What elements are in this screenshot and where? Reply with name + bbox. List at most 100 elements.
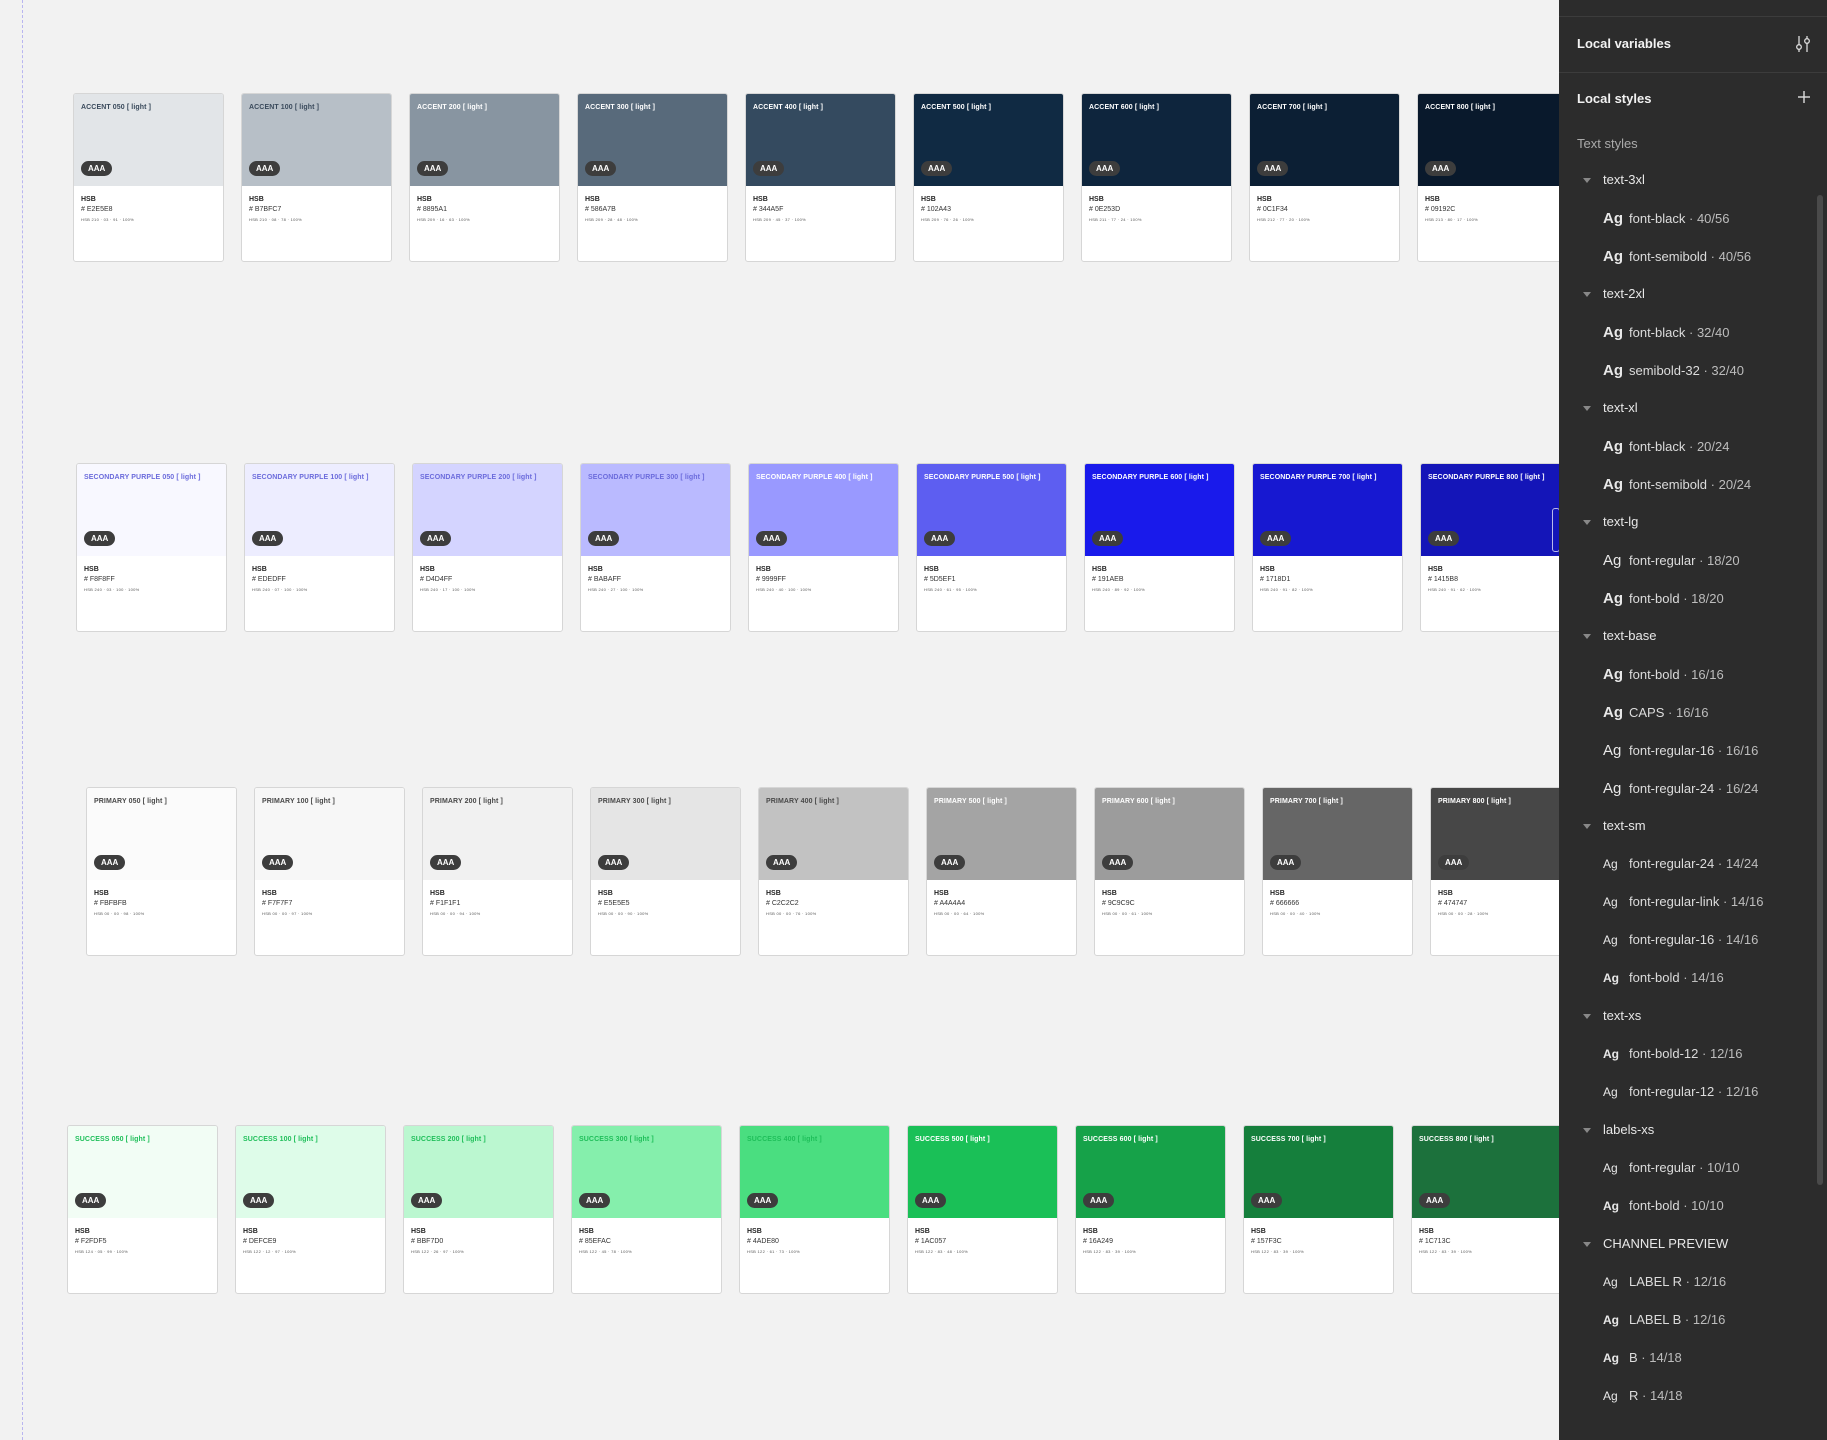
hsb-title: HSB bbox=[1251, 1228, 1266, 1235]
text-style-item[interactable]: Ag font-bold · 16/16 bbox=[1603, 666, 1724, 683]
text-style-ag-icon: Ag bbox=[1603, 1085, 1618, 1099]
swatch-label: SECONDARY PURPLE 200 [ light ] bbox=[420, 474, 537, 481]
separator-dot: · bbox=[1695, 553, 1708, 568]
color-card-success[interactable]: SUCCESS 700 [ light ] AAA HSB # 157F3C HSB 1… bbox=[1243, 1125, 1394, 1294]
text-style-item[interactable]: Ag font-regular · 18/20 bbox=[1603, 552, 1740, 569]
collapse-caret-icon[interactable] bbox=[1583, 178, 1591, 183]
text-style-item[interactable]: Ag font-semibold · 40/56 bbox=[1603, 248, 1751, 265]
local-variables-title[interactable]: Local variables bbox=[1577, 36, 1671, 51]
color-card-success[interactable]: SUCCESS 500 [ light ] AAA HSB # 1AC057 HSB 1… bbox=[907, 1125, 1058, 1294]
color-swatch: PRIMARY 100 [ light ] AAA bbox=[255, 788, 404, 880]
color-card-accent[interactable]: ACCENT 300 [ light ] AAA HSB # 586A7B HSB 20… bbox=[577, 93, 728, 262]
text-style-item[interactable]: Ag LABEL R · 12/16 bbox=[1603, 1274, 1726, 1289]
color-card-success[interactable]: SUCCESS 050 [ light ] AAA HSB # F2FDF5 HSB 1… bbox=[67, 1125, 218, 1294]
color-card-secondary-purple[interactable]: SECONDARY PURPLE 700 [ light ] AAA HSB # 17… bbox=[1252, 463, 1403, 632]
collapse-caret-icon[interactable] bbox=[1583, 824, 1591, 829]
color-card-success[interactable]: SUCCESS 600 [ light ] AAA HSB # 16A249 HSB 1… bbox=[1075, 1125, 1226, 1294]
text-style-item[interactable]: Ag font-regular · 10/10 bbox=[1603, 1160, 1740, 1175]
collapse-caret-icon[interactable] bbox=[1583, 520, 1591, 525]
text-style-item[interactable]: Ag R · 14/18 bbox=[1603, 1388, 1683, 1403]
plus-icon[interactable] bbox=[1797, 90, 1811, 108]
text-style-ag-icon: Ag bbox=[1603, 210, 1623, 227]
style-group-header[interactable]: text-2xl bbox=[1603, 286, 1645, 301]
collapse-caret-icon[interactable] bbox=[1583, 292, 1591, 297]
color-card-secondary-purple[interactable]: SECONDARY PURPLE 100 [ light ] AAA HSB # ED… bbox=[244, 463, 395, 632]
color-card-secondary-purple[interactable]: SECONDARY PURPLE 050 [ light ] AAA HSB # F8… bbox=[76, 463, 227, 632]
color-card-primary[interactable]: PRIMARY 700 [ light ] AAA HSB # 666666 HSB 0… bbox=[1262, 787, 1413, 956]
sliders-icon[interactable] bbox=[1795, 35, 1811, 57]
color-card-secondary-purple[interactable]: SECONDARY PURPLE 200 [ light ] AAA HSB # D4… bbox=[412, 463, 563, 632]
style-group-header[interactable]: text-xl bbox=[1603, 400, 1638, 415]
color-card-success[interactable]: SUCCESS 100 [ light ] AAA HSB # DEFCE9 HSB 1… bbox=[235, 1125, 386, 1294]
color-card-accent[interactable]: ACCENT 400 [ light ] AAA HSB # 344A5F HSB 20… bbox=[745, 93, 896, 262]
text-style-item[interactable]: Ag font-regular-24 · 16/24 bbox=[1603, 780, 1758, 797]
text-style-ag-icon: Ag bbox=[1603, 1199, 1619, 1213]
color-card-accent[interactable]: ACCENT 500 [ light ] AAA HSB # 102A43 HSB 20… bbox=[913, 93, 1064, 262]
text-style-item[interactable]: Ag font-regular-16 · 16/16 bbox=[1603, 742, 1758, 759]
color-card-primary[interactable]: PRIMARY 400 [ light ] AAA HSB # C2C2C2 HSB 0… bbox=[758, 787, 909, 956]
text-style-item[interactable]: Ag font-regular-link · 14/16 bbox=[1603, 894, 1763, 909]
color-card-success[interactable]: SUCCESS 400 [ light ] AAA HSB # 4ADE80 HSB 1… bbox=[739, 1125, 890, 1294]
color-card-primary[interactable]: PRIMARY 200 [ light ] AAA HSB # F1F1F1 HSB 0… bbox=[422, 787, 573, 956]
style-group-header[interactable]: text-base bbox=[1603, 628, 1656, 643]
collapse-caret-icon[interactable] bbox=[1583, 1242, 1591, 1247]
color-card-accent[interactable]: ACCENT 600 [ light ] AAA HSB # 0E253D HSB 21… bbox=[1081, 93, 1232, 262]
color-card-primary[interactable]: PRIMARY 050 [ light ] AAA HSB # FBFBFB HSB 0… bbox=[86, 787, 237, 956]
color-card-success[interactable]: SUCCESS 800 [ light ] AAA HSB # 1C713C HSB 1… bbox=[1411, 1125, 1560, 1294]
color-card-accent[interactable]: ACCENT 700 [ light ] AAA HSB # 0C1F34 HSB 21… bbox=[1249, 93, 1400, 262]
panel-scrollbar[interactable] bbox=[1817, 195, 1823, 1185]
text-style-item[interactable]: Ag font-bold · 14/16 bbox=[1603, 970, 1724, 985]
color-card-accent[interactable]: ACCENT 100 [ light ] AAA HSB # B7BFC7 HSB 21… bbox=[241, 93, 392, 262]
style-group-header[interactable]: CHANNEL PREVIEW bbox=[1603, 1236, 1728, 1251]
hsb-title: HSB bbox=[753, 196, 768, 203]
hex-value: # 16A249 bbox=[1083, 1238, 1113, 1245]
text-style-item[interactable]: Ag font-black · 32/40 bbox=[1603, 324, 1729, 341]
contrast-badge: AAA bbox=[1102, 855, 1134, 870]
text-style-item[interactable]: Ag CAPS · 16/16 bbox=[1603, 704, 1709, 721]
text-style-item[interactable]: Ag font-black · 40/56 bbox=[1603, 210, 1729, 227]
style-group-header[interactable]: text-lg bbox=[1603, 514, 1638, 529]
color-card-primary[interactable]: PRIMARY 300 [ light ] AAA HSB # E5E5E5 HSB 0… bbox=[590, 787, 741, 956]
collapse-caret-icon[interactable] bbox=[1583, 406, 1591, 411]
color-card-primary[interactable]: PRIMARY 600 [ light ] AAA HSB # 9C9C9C HSB 0… bbox=[1094, 787, 1245, 956]
color-card-accent[interactable]: ACCENT 200 [ light ] AAA HSB # 8895A1 HSB 20… bbox=[409, 93, 560, 262]
text-style-item[interactable]: Ag font-bold-12 · 12/16 bbox=[1603, 1046, 1743, 1061]
text-style-item[interactable]: Ag font-regular-12 · 12/16 bbox=[1603, 1084, 1758, 1099]
color-card-secondary-purple[interactable]: SECONDARY PURPLE 800 [ light ] AAA HSB # 14… bbox=[1420, 463, 1560, 632]
text-styles-heading: Text styles bbox=[1577, 136, 1638, 151]
design-canvas[interactable]: ACCENT 050 [ light ] AAA HSB # E2E5E8 HSB 21… bbox=[0, 0, 1560, 1440]
text-style-item[interactable]: Ag font-bold · 18/20 bbox=[1603, 590, 1724, 607]
collapse-caret-icon[interactable] bbox=[1583, 1128, 1591, 1133]
color-card-success[interactable]: SUCCESS 300 [ light ] AAA HSB # 85EFAC HSB 1… bbox=[571, 1125, 722, 1294]
text-style-item[interactable]: Ag semibold-32 · 32/40 bbox=[1603, 362, 1744, 379]
text-style-item[interactable]: Ag B · 14/18 bbox=[1603, 1350, 1682, 1365]
text-style-item[interactable]: Ag font-black · 20/24 bbox=[1603, 438, 1729, 455]
hsb-title: HSB bbox=[420, 566, 435, 573]
color-card-primary[interactable]: PRIMARY 100 [ light ] AAA HSB # F7F7F7 HSB 0… bbox=[254, 787, 405, 956]
style-group-header[interactable]: text-sm bbox=[1603, 818, 1646, 833]
swatch-label: PRIMARY 050 [ light ] bbox=[94, 798, 167, 805]
color-card-secondary-purple[interactable]: SECONDARY PURPLE 300 [ light ] AAA HSB # BA… bbox=[580, 463, 731, 632]
text-style-item[interactable]: Ag font-bold · 10/10 bbox=[1603, 1198, 1724, 1213]
text-style-item[interactable]: Ag font-regular-24 · 14/24 bbox=[1603, 856, 1758, 871]
style-group-header[interactable]: text-xs bbox=[1603, 1008, 1641, 1023]
swatch-label: PRIMARY 400 [ light ] bbox=[766, 798, 839, 805]
collapse-caret-icon[interactable] bbox=[1583, 1014, 1591, 1019]
color-card-primary[interactable]: PRIMARY 800 [ light ] AAA HSB # 474747 HSB 0… bbox=[1430, 787, 1560, 956]
color-card-primary[interactable]: PRIMARY 500 [ light ] AAA HSB # A4A4A4 HSB 0… bbox=[926, 787, 1077, 956]
color-card-accent[interactable]: ACCENT 050 [ light ] AAA HSB # E2E5E8 HSB 21… bbox=[73, 93, 224, 262]
contrast-badge: AAA bbox=[1425, 161, 1457, 176]
text-style-item[interactable]: Ag font-regular-16 · 14/16 bbox=[1603, 932, 1758, 947]
color-card-secondary-purple[interactable]: SECONDARY PURPLE 600 [ light ] AAA HSB # 19… bbox=[1084, 463, 1235, 632]
text-style-item[interactable]: Ag font-semibold · 20/24 bbox=[1603, 476, 1751, 493]
color-info: HSB # 4ADE80 HSB 122 · 61 · 73 · 100% bbox=[740, 1218, 889, 1254]
text-style-item[interactable]: Ag LABEL B · 12/16 bbox=[1603, 1312, 1725, 1327]
style-group-header[interactable]: text-3xl bbox=[1603, 172, 1645, 187]
color-card-accent[interactable]: ACCENT 800 [ light ] AAA HSB # 09192C HSB 21… bbox=[1417, 93, 1560, 262]
style-group-header[interactable]: labels-xs bbox=[1603, 1122, 1654, 1137]
separator-dot: · bbox=[1685, 439, 1697, 454]
color-card-secondary-purple[interactable]: SECONDARY PURPLE 400 [ light ] AAA HSB # 99… bbox=[748, 463, 899, 632]
collapse-caret-icon[interactable] bbox=[1583, 634, 1591, 639]
color-card-secondary-purple[interactable]: SECONDARY PURPLE 500 [ light ] AAA HSB # 5D… bbox=[916, 463, 1067, 632]
color-card-success[interactable]: SUCCESS 200 [ light ] AAA HSB # BBF7D0 HSB 1… bbox=[403, 1125, 554, 1294]
